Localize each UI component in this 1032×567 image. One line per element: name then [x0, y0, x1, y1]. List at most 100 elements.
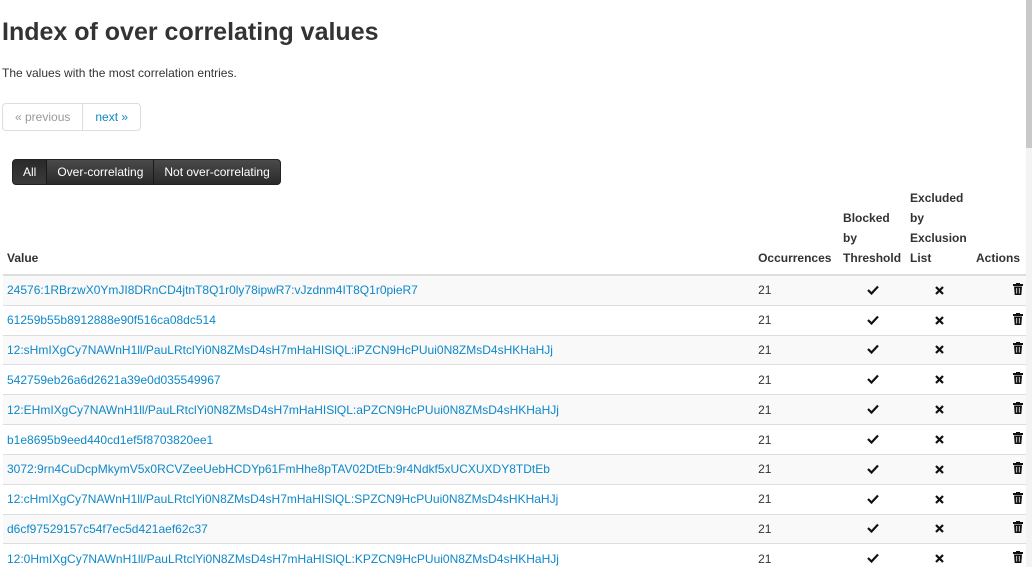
page-title: Index of over correlating values [2, 18, 379, 46]
trash-icon[interactable] [1013, 486, 1023, 514]
previous-page-button[interactable]: « previous [3, 104, 84, 130]
trash-icon[interactable] [1013, 336, 1023, 364]
actions-cell [972, 394, 1027, 425]
times-icon [934, 486, 944, 514]
trash-icon[interactable] [1013, 396, 1023, 424]
pager: « previous next » [2, 103, 142, 131]
value-link[interactable]: 12:sHmIXgCy7NAWnH1ll/PauLRtclYi0N8ZMsD4s… [7, 343, 553, 357]
occurrences-cell: 21 [754, 364, 840, 395]
value-cell: d6cf97529157c54f7ec5d421aef62c37 [3, 513, 755, 544]
table-body: 24576:1RBrzwX0YmJI8DRnCD4jtnT8Q1r0ly78ip… [3, 274, 1027, 567]
occurrences-cell: 21 [754, 483, 840, 515]
value-cell: 542759eb26a6d2621a39e0d035549967 [3, 364, 755, 395]
check-icon [866, 277, 879, 305]
actions-cell [972, 543, 1027, 567]
blocked-cell [839, 364, 907, 395]
excluded-cell [906, 394, 972, 425]
times-icon [934, 515, 944, 543]
excluded-header-line: List [910, 251, 932, 265]
next-page-button[interactable]: next » [83, 104, 140, 130]
value-link[interactable]: 12:0HmIXgCy7NAWnH1ll/PauLRtclYi0N8ZMsD4s… [7, 552, 559, 566]
occurrences-cell: 21 [754, 453, 840, 485]
value-link[interactable]: d6cf97529157c54f7ec5d421aef62c37 [7, 522, 208, 536]
filter-not-over-correlating-button[interactable]: Not over-correlating [154, 160, 279, 184]
occurrences-column-header: Occurrences [754, 188, 840, 276]
actions-cell [972, 513, 1027, 544]
check-icon [866, 486, 879, 514]
table-row: 542759eb26a6d2621a39e0d035549967 21 [3, 364, 1027, 395]
value-link[interactable]: 542759eb26a6d2621a39e0d035549967 [7, 373, 221, 387]
value-cell: b1e8695b9eed440cd1ef5f8703820ee1 [3, 424, 755, 455]
value-cell: 3072:9rn4CuDcpMkymV5x0RCVZeeUebHCDYp61Fm… [3, 453, 755, 485]
scrollbar-thumb[interactable] [1026, 0, 1032, 148]
blocked-cell [839, 543, 907, 567]
table-row: b1e8695b9eed440cd1ef5f8703820ee1 21 [3, 424, 1027, 455]
excluded-cell [906, 364, 972, 395]
trash-icon[interactable] [1013, 277, 1023, 305]
check-icon [866, 545, 879, 567]
check-icon [866, 307, 879, 335]
blocked-cell [839, 334, 907, 365]
value-cell: 12:0HmIXgCy7NAWnH1ll/PauLRtclYi0N8ZMsD4s… [3, 543, 755, 567]
actions-cell [972, 334, 1027, 365]
table-row: 12:EHmIXgCy7NAWnH1ll/PauLRtclYi0N8ZMsD4s… [3, 394, 1027, 425]
trash-icon[interactable] [1013, 307, 1023, 335]
excluded-header-line: by [910, 211, 925, 225]
trash-icon[interactable] [1013, 426, 1023, 454]
value-link[interactable]: 61259b55b8912888e90f516ca08dc514 [7, 313, 216, 327]
actions-cell [972, 483, 1027, 515]
excluded-header-line: Exclusion [910, 231, 967, 245]
check-icon [866, 515, 879, 543]
excluded-cell [906, 483, 972, 515]
times-icon [934, 426, 944, 454]
excluded-cell [906, 543, 972, 567]
check-icon [866, 396, 879, 424]
trash-icon[interactable] [1013, 456, 1023, 484]
times-icon [934, 307, 944, 335]
check-icon [866, 336, 879, 364]
trash-icon[interactable] [1013, 545, 1023, 567]
times-icon [934, 545, 944, 567]
value-cell: 12:cHmIXgCy7NAWnH1ll/PauLRtclYi0N8ZMsD4s… [3, 483, 755, 515]
trash-icon[interactable] [1013, 515, 1023, 543]
value-cell: 24576:1RBrzwX0YmJI8DRnCD4jtnT8Q1r0ly78ip… [3, 274, 755, 306]
table-row: 3072:9rn4CuDcpMkymV5x0RCVZeeUebHCDYp61Fm… [3, 453, 1027, 485]
filter-all-button[interactable]: All [13, 160, 48, 184]
scrollbar[interactable] [1026, 0, 1032, 567]
table-row: 24576:1RBrzwX0YmJI8DRnCD4jtnT8Q1r0ly78ip… [3, 274, 1027, 306]
trash-icon[interactable] [1013, 366, 1023, 394]
check-icon [866, 456, 879, 484]
check-icon [866, 366, 879, 394]
table-row: d6cf97529157c54f7ec5d421aef62c37 21 [3, 513, 1027, 544]
excluded-cell [906, 513, 972, 544]
value-link[interactable]: 12:EHmIXgCy7NAWnH1ll/PauLRtclYi0N8ZMsD4s… [7, 403, 559, 417]
value-column-header: Value [3, 188, 755, 276]
excluded-cell [906, 274, 972, 306]
occurrences-cell: 21 [754, 513, 840, 544]
excluded-cell [906, 424, 972, 455]
blocked-cell [839, 513, 907, 544]
blocked-header-line: by [843, 231, 858, 245]
blocked-cell [839, 483, 907, 515]
occurrences-cell: 21 [754, 304, 840, 336]
page-subtitle: The values with the most correlation ent… [2, 66, 237, 80]
blocked-column-header: Blocked by Threshold [839, 188, 907, 276]
blocked-cell [839, 304, 907, 336]
correlation-table: Value Occurrences Blocked by Threshold E… [3, 188, 1027, 567]
value-link[interactable]: 12:cHmIXgCy7NAWnH1ll/PauLRtclYi0N8ZMsD4s… [7, 492, 558, 506]
value-link[interactable]: 3072:9rn4CuDcpMkymV5x0RCVZeeUebHCDYp61Fm… [7, 462, 550, 476]
occurrences-cell: 21 [754, 334, 840, 365]
excluded-header-line: Excluded [910, 191, 964, 205]
blocked-header-line: Blocked [843, 211, 890, 225]
actions-column-header: Actions [972, 188, 1027, 276]
value-link[interactable]: b1e8695b9eed440cd1ef5f8703820ee1 [7, 433, 213, 447]
times-icon [934, 456, 944, 484]
value-link[interactable]: 24576:1RBrzwX0YmJI8DRnCD4jtnT8Q1r0ly78ip… [7, 283, 418, 297]
times-icon [934, 396, 944, 424]
blocked-cell [839, 394, 907, 425]
table-row: 12:cHmIXgCy7NAWnH1ll/PauLRtclYi0N8ZMsD4s… [3, 483, 1027, 515]
check-icon [866, 426, 879, 454]
blocked-cell [839, 424, 907, 455]
excluded-column-header: Excluded by Exclusion List [906, 188, 972, 276]
filter-over-correlating-button[interactable]: Over-correlating [47, 160, 155, 184]
